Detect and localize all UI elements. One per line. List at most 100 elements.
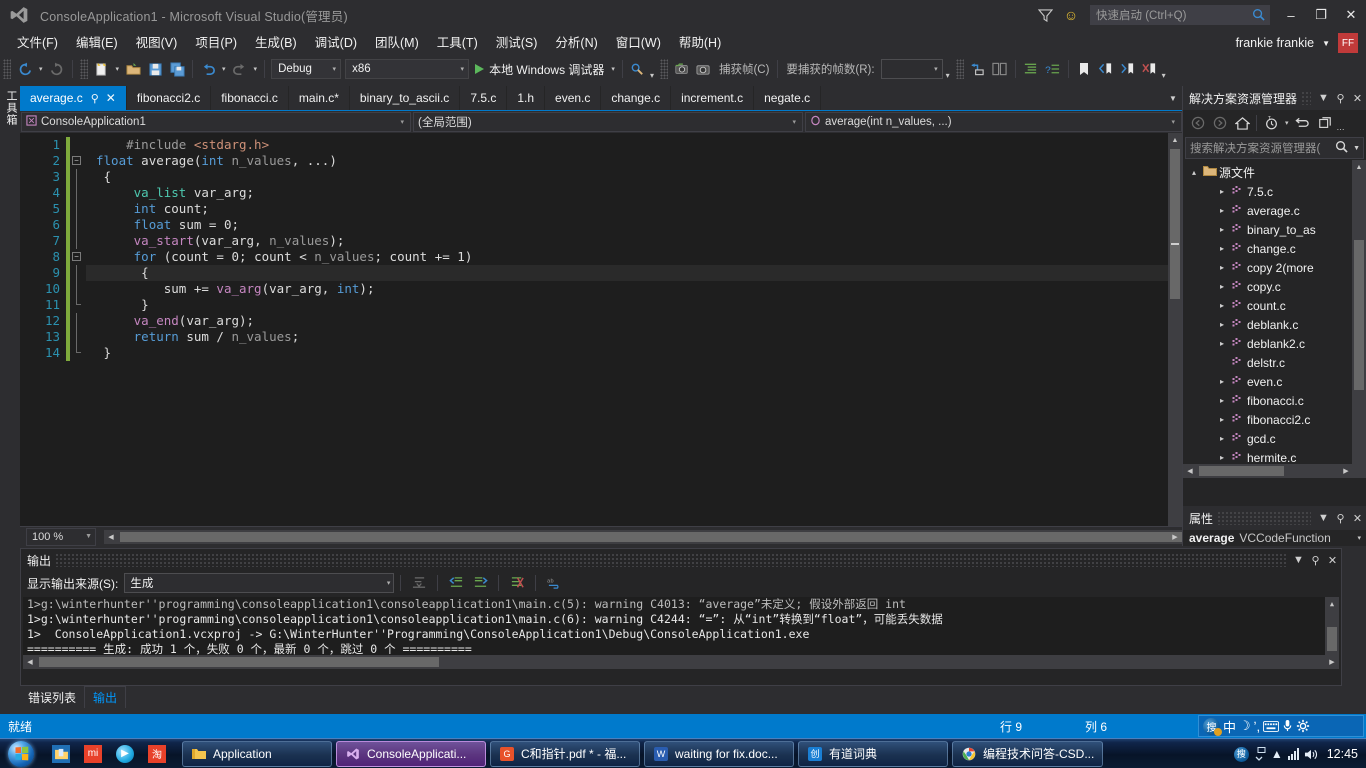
- close-icon[interactable]: ✕: [1324, 549, 1341, 571]
- search-icon[interactable]: [1333, 140, 1350, 156]
- search-icon[interactable]: [1252, 8, 1265, 24]
- code-line[interactable]: sum += va_arg(var_arg, int);: [86, 281, 1182, 297]
- new-project-icon[interactable]: [91, 58, 113, 80]
- tree-file-row[interactable]: ▸ copy.c: [1183, 277, 1366, 296]
- fold-row[interactable]: [70, 313, 86, 329]
- new-project-caret[interactable]: ▾: [113, 65, 123, 73]
- go-to-next-message-icon[interactable]: [468, 572, 492, 594]
- fold-row[interactable]: [70, 281, 86, 297]
- next-bookmark-icon[interactable]: [1117, 58, 1139, 80]
- editor-tab-1-h[interactable]: 1.h: [507, 86, 546, 110]
- solution-tree-horizontal-scrollbar[interactable]: ◀ ▶: [1183, 464, 1366, 478]
- toolbar-grip[interactable]: [3, 59, 11, 79]
- toolbar-grip[interactable]: [955, 59, 964, 79]
- solution-configuration-combo[interactable]: Debug ▾: [271, 59, 342, 79]
- fold-row[interactable]: [70, 217, 86, 233]
- mi-app-icon[interactable]: mi: [78, 741, 108, 767]
- menu-item-test[interactable]: 测试(S): [487, 32, 547, 54]
- taskbar-button-chrome-csdn[interactable]: 编程技术问答-CSD...: [952, 740, 1104, 767]
- back-icon[interactable]: [1187, 112, 1209, 134]
- navbar-scope-combo[interactable]: (全局范围) ▾: [413, 112, 803, 132]
- chevron-right-icon[interactable]: ▸: [1215, 244, 1229, 253]
- taskbar-button-consoleapplication[interactable]: ConsoleApplicati...: [336, 740, 486, 767]
- editor-tab-even-c[interactable]: even.c: [545, 86, 602, 110]
- comment-icon[interactable]: ?: [1042, 58, 1064, 80]
- navigate-forward-icon[interactable]: [46, 58, 68, 80]
- panel-drag-dots[interactable]: [1217, 511, 1311, 525]
- navbar-member-combo[interactable]: average(int n_values, ...) ▾: [805, 112, 1182, 132]
- tree-file-row[interactable]: ▸ binary_to_as: [1183, 220, 1366, 239]
- chevron-down-icon[interactable]: ▼: [85, 533, 92, 540]
- menu-item-window[interactable]: 窗口(W): [607, 32, 670, 54]
- tab-output[interactable]: 输出: [84, 686, 127, 708]
- screenshot-icon[interactable]: [671, 58, 693, 80]
- toolbar-overflow-caret[interactable]: ▾: [945, 71, 953, 82]
- menu-item-team[interactable]: 团队(M): [366, 32, 428, 54]
- windows-start-orb-icon[interactable]: [2, 740, 40, 768]
- code-line[interactable]: #include <stdarg.h>: [86, 137, 1182, 153]
- fold-row[interactable]: −: [70, 153, 86, 169]
- funnel-icon[interactable]: [1032, 0, 1058, 30]
- editor-vertical-scrollbar[interactable]: ▲: [1168, 133, 1182, 526]
- tree-folder-row[interactable]: ▴ 源文件: [1183, 163, 1366, 182]
- chevron-right-icon[interactable]: ▸: [1215, 320, 1229, 329]
- ime-chinese-mode-icon[interactable]: 中: [1223, 717, 1236, 736]
- chevron-down-icon[interactable]: ▴: [1187, 168, 1201, 177]
- chevron-down-icon[interactable]: ▾: [387, 579, 391, 587]
- toolbar-grip[interactable]: [659, 59, 668, 79]
- chevron-right-icon[interactable]: ▸: [1215, 263, 1229, 272]
- save-icon[interactable]: [144, 58, 166, 80]
- chevron-down-icon[interactable]: ▾: [1282, 119, 1292, 127]
- scroll-up-icon[interactable]: ▲: [1352, 160, 1366, 174]
- tree-file-row[interactable]: ▸ count.c: [1183, 296, 1366, 315]
- code-line[interactable]: {: [86, 265, 1182, 281]
- chevron-right-icon[interactable]: ▸: [1215, 434, 1229, 443]
- tree-file-row[interactable]: ▸ average.c: [1183, 201, 1366, 220]
- panel-drag-dots[interactable]: [55, 553, 1286, 567]
- close-icon[interactable]: ✕: [106, 91, 116, 105]
- fold-row[interactable]: −: [70, 249, 86, 265]
- editor-tab-7-5-c[interactable]: 7.5.c: [460, 86, 508, 110]
- collapse-box-icon[interactable]: −: [72, 156, 81, 165]
- editor-tab-binary-to-ascii-c[interactable]: binary_to_ascii.c: [349, 86, 461, 110]
- editor-tab-change-c[interactable]: change.c: [601, 86, 672, 110]
- back-history-caret[interactable]: ▾: [36, 65, 46, 73]
- tree-file-row[interactable]: ▸ deblank2.c: [1183, 334, 1366, 353]
- find-message-icon[interactable]: [407, 572, 431, 594]
- taskbar-button-application[interactable]: Application: [182, 740, 332, 767]
- chevron-down-icon[interactable]: ▾: [327, 65, 337, 73]
- tree-file-row[interactable]: delstr.c: [1183, 353, 1366, 372]
- menu-item-help[interactable]: 帮助(H): [670, 32, 730, 54]
- chevron-down-icon[interactable]: ▼: [1350, 145, 1363, 152]
- toggle-word-wrap-icon[interactable]: ab: [542, 572, 566, 594]
- show-hidden-icons-icon[interactable]: [1254, 747, 1266, 761]
- close-icon[interactable]: ✕: [1349, 507, 1366, 529]
- ime-toolbar[interactable]: 搜 中 ☽ ʼ,: [1198, 715, 1364, 737]
- navbar-project-combo[interactable]: ConsoleApplication1 ▾: [21, 112, 411, 132]
- scroll-right-icon[interactable]: ▶: [1168, 530, 1182, 544]
- code-line[interactable]: }: [86, 345, 1182, 361]
- menu-item-debug[interactable]: 调试(D): [306, 32, 366, 54]
- chevron-down-icon[interactable]: ▼: [1315, 87, 1332, 109]
- sogou-ime-icon[interactable]: 搜: [1203, 717, 1222, 736]
- format-document-icon[interactable]: [1020, 58, 1042, 80]
- fold-row[interactable]: [70, 169, 86, 185]
- overflow-icon[interactable]: ⋯: [1336, 125, 1348, 136]
- chevron-down-icon[interactable]: ▼: [1164, 86, 1182, 110]
- toolbox-vertical-tab[interactable]: 工具箱: [0, 86, 20, 538]
- scrollbar-thumb[interactable]: [1327, 627, 1337, 651]
- code-line[interactable]: va_list var_arg;: [86, 185, 1182, 201]
- properties-object-combo[interactable]: average VCCodeFunction ▾: [1183, 530, 1366, 546]
- chevron-right-icon[interactable]: ▸: [1215, 415, 1229, 424]
- code-line[interactable]: int count;: [86, 201, 1182, 217]
- scrollbar-thumb[interactable]: [1354, 240, 1364, 390]
- user-name[interactable]: frankie frankie: [1236, 36, 1315, 50]
- editor-tab-main-c[interactable]: main.c*: [288, 86, 350, 110]
- chevron-down-icon[interactable]: ▼: [1315, 507, 1332, 529]
- taskbar-button-youdao[interactable]: 创 有道词典: [798, 740, 948, 767]
- scroll-up-icon[interactable]: ▲: [1168, 133, 1182, 147]
- go-to-previous-message-icon[interactable]: [444, 572, 468, 594]
- taskbar-clock[interactable]: 12:45: [1327, 747, 1358, 761]
- editor-tab-average-c[interactable]: average.c ⚲ ✕: [20, 86, 127, 110]
- code-line[interactable]: va_start(var_arg, n_values);: [86, 233, 1182, 249]
